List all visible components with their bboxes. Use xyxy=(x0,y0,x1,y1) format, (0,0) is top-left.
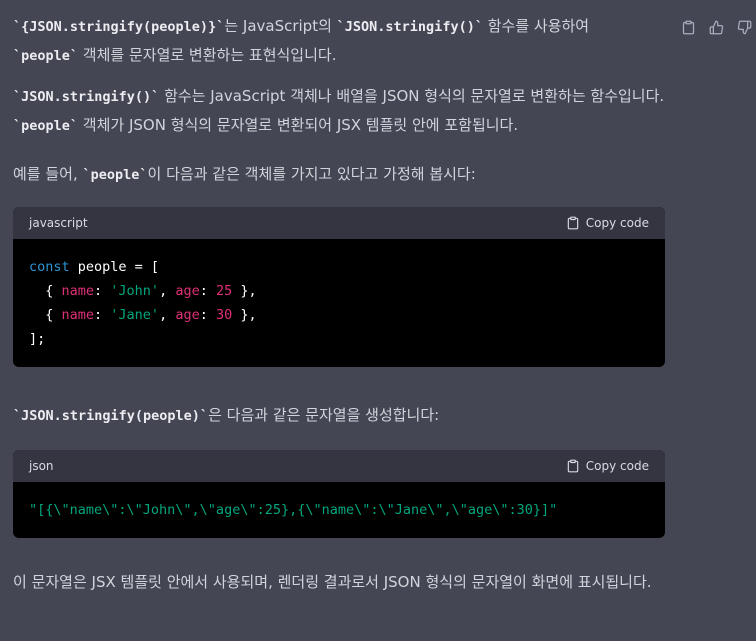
assistant-message: `{JSON.stringify(people)}`는 JavaScript의 … xyxy=(13,12,665,596)
code-block-json: json Copy code "[{\"name\":\"John\",\"ag… xyxy=(13,450,665,538)
code-text: , xyxy=(159,307,176,323)
paragraph-3: 예를 들어, `people`이 다음과 같은 객체를 가지고 있다고 가정해 … xyxy=(13,160,665,189)
text: 예를 들어, xyxy=(13,165,83,183)
text: 는 JavaScript의 xyxy=(224,17,337,35)
code-text: ]; xyxy=(29,331,46,347)
text: 은 다음과 같은 문자열을 생성합니다: xyxy=(208,406,440,424)
code-body: "[{\"name\":\"John\",\"age\":25},{\"name… xyxy=(13,482,665,538)
thumbs-down-button[interactable] xyxy=(735,18,753,36)
code-number: 30 xyxy=(216,307,233,323)
copy-code-button[interactable]: Copy code xyxy=(566,216,649,230)
text: 함수를 사용하여 xyxy=(482,17,590,35)
code-property: name xyxy=(61,283,95,299)
code-string: 'Jane' xyxy=(110,307,160,323)
code-header: javascript Copy code xyxy=(13,207,665,239)
inline-code: `people` xyxy=(82,167,148,183)
code-property: name xyxy=(61,307,95,323)
inline-code: `people` xyxy=(13,48,79,64)
code-number: 25 xyxy=(216,283,233,299)
clipboard-icon xyxy=(567,216,579,230)
inline-code: `JSON.stringify(people)` xyxy=(13,408,209,424)
text: 이 문자열은 JSX 템플릿 안에서 사용되며, 렌더링 결과로서 JSON 형… xyxy=(13,573,652,591)
paragraph-2: `JSON.stringify()` 함수는 JavaScript 객체나 배열… xyxy=(13,82,665,140)
text: 함수는 JavaScript 객체나 배열을 JSON 형식의 문자열로 변환하… xyxy=(159,87,665,105)
copy-message-button[interactable] xyxy=(679,18,697,36)
code-block-javascript: javascript Copy code const people = [ { … xyxy=(13,207,665,367)
clipboard-icon xyxy=(567,459,579,473)
inline-code: `{JSON.stringify(people)}` xyxy=(13,19,225,35)
text: 객체를 문자열로 변환하는 표현식입니다. xyxy=(78,46,337,64)
inline-code: `people` xyxy=(13,118,79,134)
text: 이 다음과 같은 객체를 가지고 있다고 가정해 봅시다: xyxy=(147,165,476,183)
code-text: : xyxy=(199,307,216,323)
paragraph-4: `JSON.stringify(people)`은 다음과 같은 문자열을 생성… xyxy=(13,401,665,430)
message-actions xyxy=(679,18,753,36)
code-text: : xyxy=(94,307,111,323)
code-text: }, xyxy=(232,307,257,323)
code-language-label: json xyxy=(29,459,54,473)
code-text: : xyxy=(199,283,216,299)
code-header: json Copy code xyxy=(13,450,665,482)
thumbs-up-icon xyxy=(709,20,723,34)
code-language-label: javascript xyxy=(29,216,88,230)
copy-code-label: Copy code xyxy=(585,459,649,473)
copy-code-label: Copy code xyxy=(585,216,649,230)
clipboard-icon xyxy=(682,20,694,34)
paragraph-5: 이 문자열은 JSX 템플릿 안에서 사용되며, 렌더링 결과로서 JSON 형… xyxy=(13,568,665,596)
thumbs-up-button[interactable] xyxy=(707,18,725,36)
paragraph-1: `{JSON.stringify(people)}`는 JavaScript의 … xyxy=(13,12,665,70)
code-text: { xyxy=(29,307,62,323)
thumbs-down-icon xyxy=(737,20,751,34)
code-body: const people = [ { name: 'John', age: 25… xyxy=(13,239,665,367)
code-text: , xyxy=(159,283,176,299)
code-text: people = [ xyxy=(69,259,160,275)
code-text: : xyxy=(94,283,111,299)
copy-code-button[interactable]: Copy code xyxy=(566,459,649,473)
code-string: "[{\"name\":\"John\",\"age\":25},{\"name… xyxy=(29,502,558,518)
inline-code: `JSON.stringify()` xyxy=(13,89,160,105)
code-string: 'John' xyxy=(110,283,160,299)
inline-code: `JSON.stringify()` xyxy=(336,19,483,35)
code-keyword: const xyxy=(29,259,70,275)
text: 객체가 JSON 형식의 문자열로 변환되어 JSX 템플릿 안에 포함됩니다. xyxy=(78,116,519,134)
code-text: { xyxy=(29,283,62,299)
code-property: age xyxy=(175,307,200,323)
code-text: }, xyxy=(232,283,257,299)
code-property: age xyxy=(175,283,200,299)
